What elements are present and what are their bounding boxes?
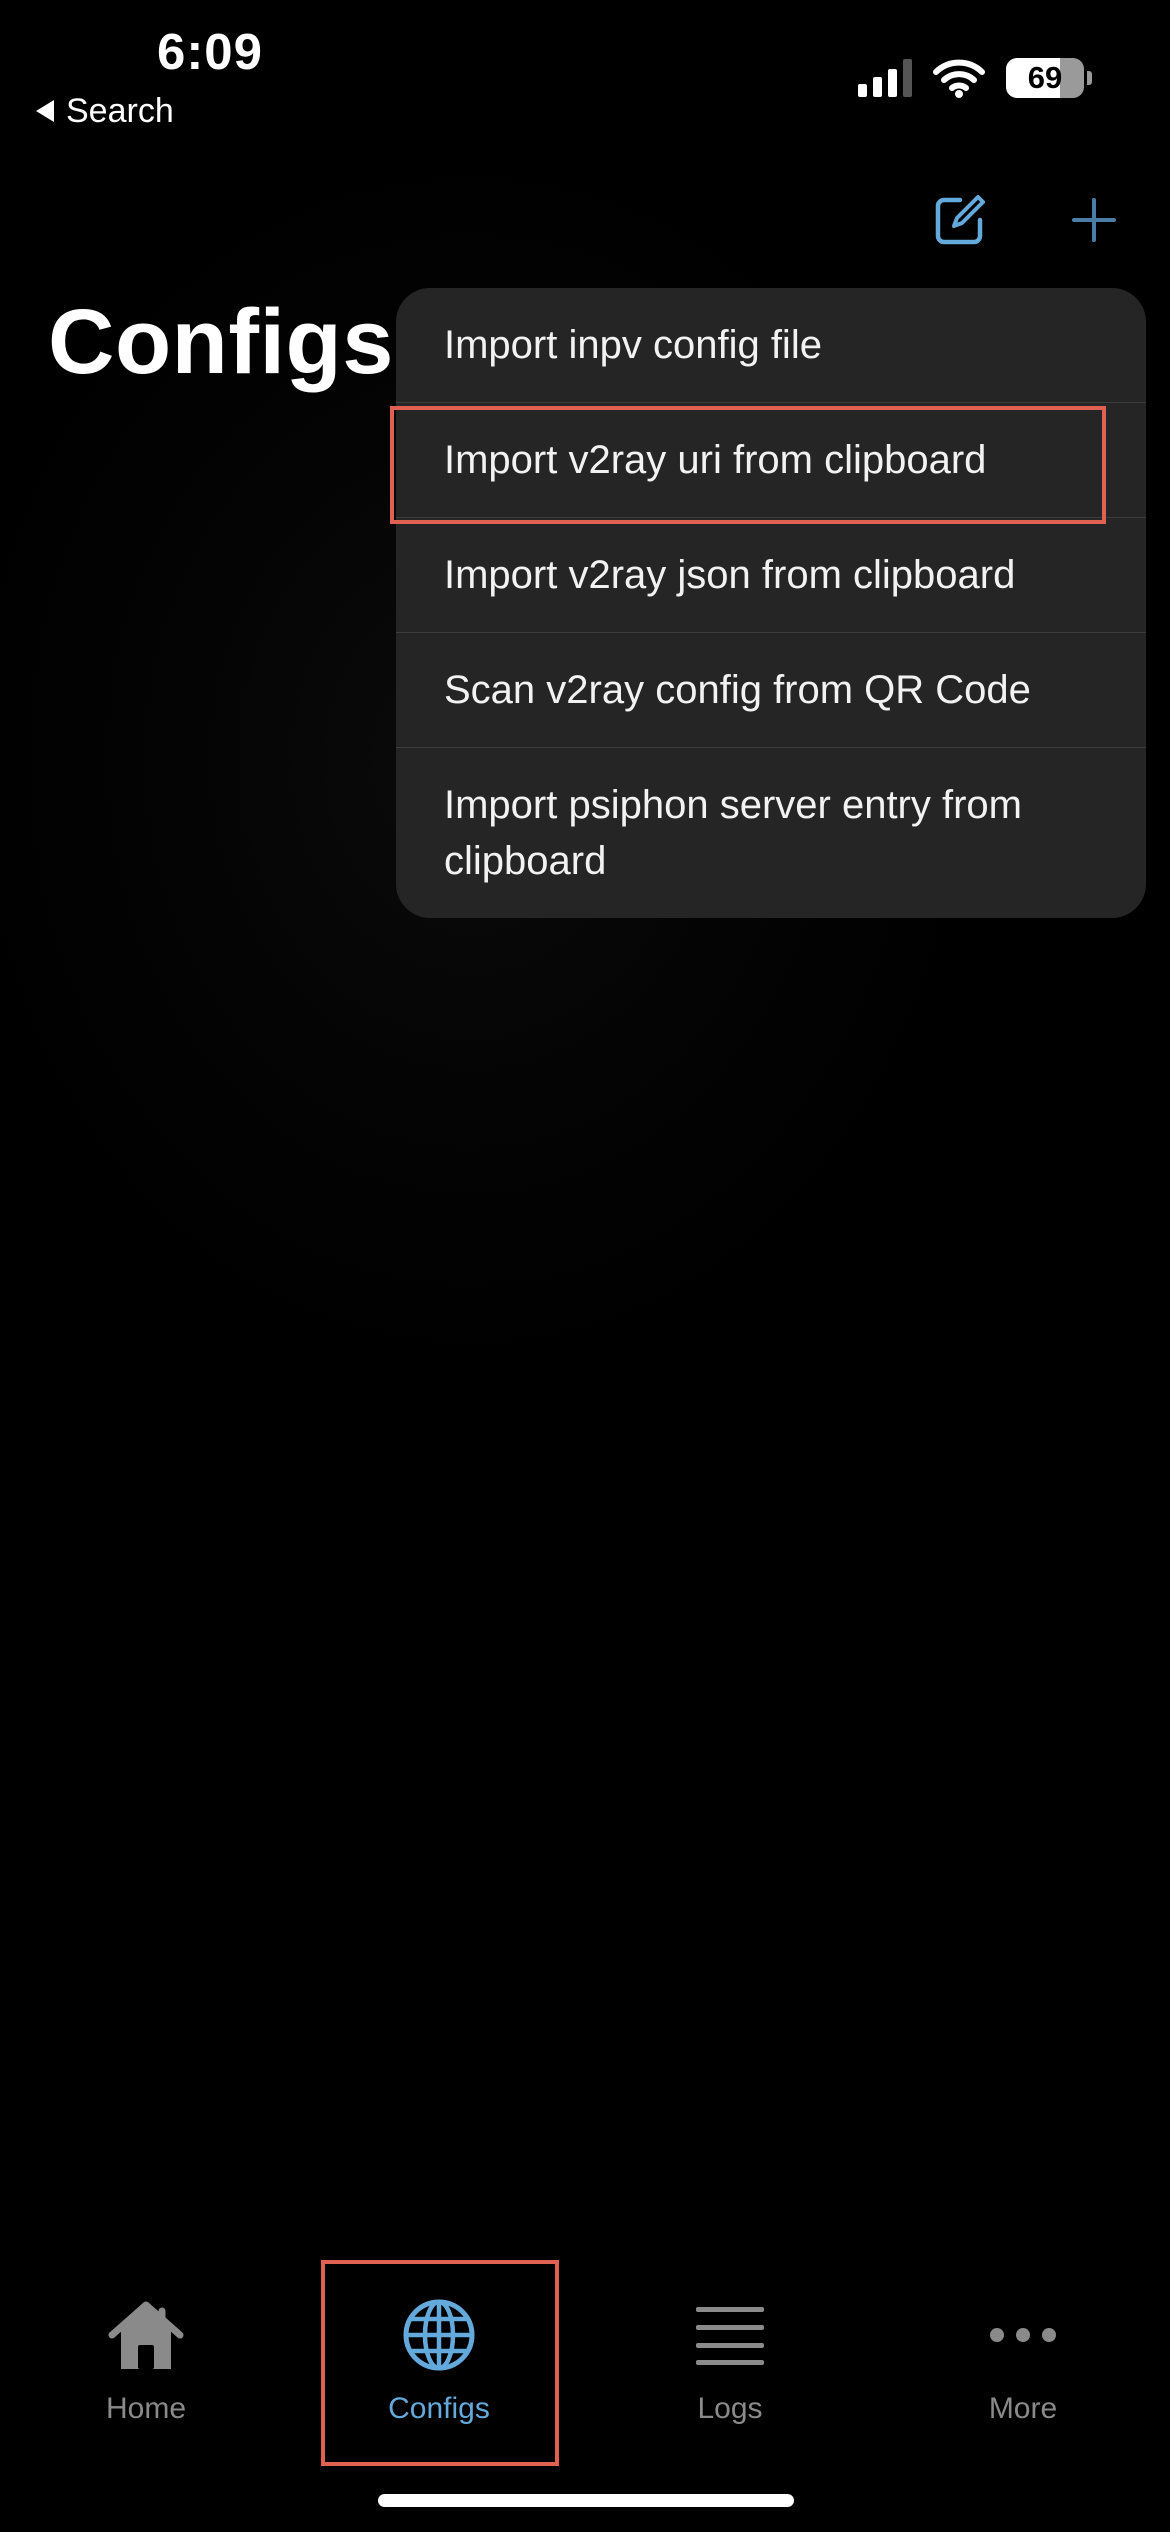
plus-icon (1072, 198, 1116, 242)
ellipsis-icon (978, 2290, 1068, 2380)
back-label: Search (66, 91, 174, 130)
menu-item-import-psiphon-entry[interactable]: Import psiphon server entry from clipboa… (396, 748, 1146, 918)
back-triangle-icon (36, 100, 54, 122)
tab-label: Home (105, 2392, 187, 2425)
battery-nub (1087, 71, 1092, 85)
import-menu: Import inpv config file Import v2ray uri… (396, 288, 1146, 918)
back-to-search-button[interactable]: Search (36, 88, 174, 134)
highlight-box-menu-item (390, 406, 1106, 524)
menu-item-scan-qr-code[interactable]: Scan v2ray config from QR Code (396, 633, 1146, 747)
tab-label: Configs (388, 2392, 490, 2425)
configs-screen: 6:09 Search 69 Configs Import inpv confi… (0, 0, 1170, 2532)
tab-label: Logs (697, 2392, 763, 2425)
edit-button[interactable] (928, 188, 992, 252)
tab-more[interactable]: More (923, 2290, 1123, 2460)
home-indicator (378, 2494, 794, 2507)
page-title: Configs (48, 291, 394, 393)
globe-icon (394, 2290, 484, 2380)
cellular-signal-icon (858, 59, 912, 97)
house-icon (101, 2290, 191, 2380)
battery-icon: 69 (1006, 58, 1084, 98)
tab-home[interactable]: Home (46, 2290, 246, 2460)
tab-label: More (988, 2392, 1058, 2425)
battery-percentage: 69 (1027, 60, 1063, 95)
tab-logs[interactable]: Logs (630, 2290, 830, 2460)
list-lines-icon (685, 2290, 775, 2380)
wifi-icon (933, 59, 985, 98)
status-time: 6:09 (156, 23, 264, 80)
tab-configs[interactable]: Configs (339, 2290, 539, 2460)
menu-item-import-inpv-file[interactable]: Import inpv config file (396, 288, 1146, 402)
menu-item-import-v2ray-json[interactable]: Import v2ray json from clipboard (396, 518, 1146, 632)
add-button[interactable] (1062, 188, 1126, 252)
status-indicators: 69 (858, 54, 1092, 102)
square-pencil-icon (935, 195, 985, 245)
